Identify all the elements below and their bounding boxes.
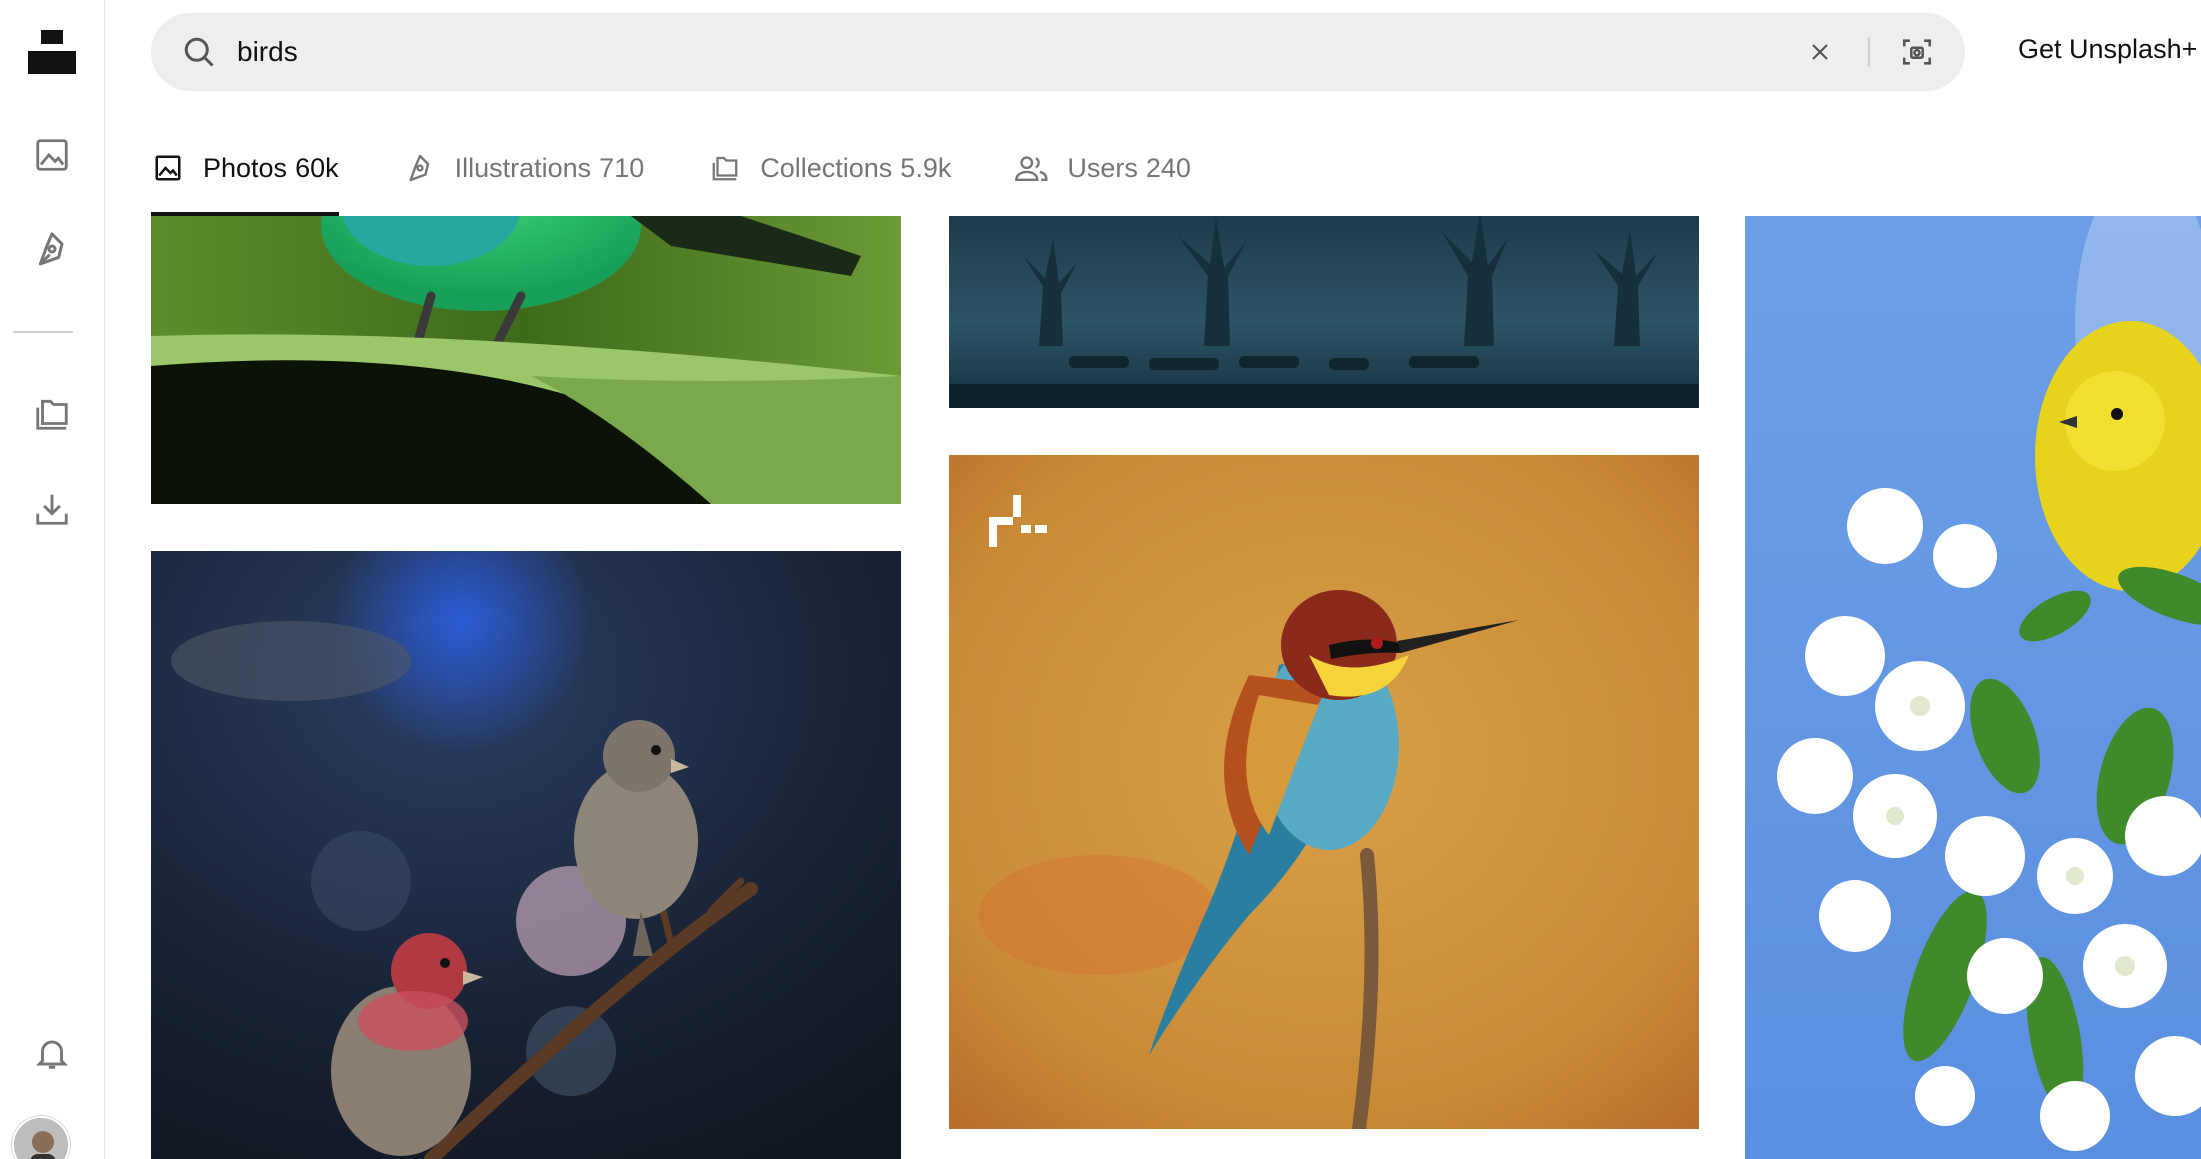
users-icon	[1015, 151, 1049, 185]
photo-green-bird[interactable]	[151, 216, 901, 504]
photo-misty-field[interactable]	[949, 216, 1699, 408]
photo-bee-eater[interactable]	[949, 455, 1699, 1129]
tab-label: Collections	[760, 152, 893, 183]
photo-yellow-warbler[interactable]	[1745, 216, 2201, 1159]
download-icon[interactable]	[17, 474, 87, 544]
illustrations-icon[interactable]	[17, 214, 87, 284]
tab-count: 60k	[295, 152, 339, 183]
close-icon	[1812, 44, 1828, 60]
tab-photos[interactable]: Photos 60k	[151, 120, 339, 216]
search-separator	[1868, 37, 1870, 67]
left-sidebar	[0, 0, 105, 1159]
pen-icon	[403, 151, 437, 185]
collections-icon	[708, 151, 742, 185]
unsplash-logo-icon[interactable]	[17, 17, 87, 87]
photos-icon[interactable]	[17, 120, 87, 190]
search-tabs: Photos 60k Illustrations 710 Collections…	[151, 120, 1255, 216]
photo-icon	[151, 151, 185, 185]
photo-two-finches[interactable]	[151, 551, 901, 1159]
clear-search-button[interactable]	[1803, 35, 1837, 69]
visual-search-button[interactable]	[1898, 33, 1936, 71]
tab-label: Illustrations	[454, 152, 592, 183]
tab-label: Users	[1067, 152, 1138, 183]
sidebar-divider	[13, 331, 73, 333]
search-bar	[151, 13, 1965, 91]
tab-count: 710	[599, 152, 645, 183]
tab-count: 240	[1145, 152, 1191, 183]
tab-count: 5.9k	[900, 152, 952, 183]
unsplash-plus-badge-icon	[989, 495, 1049, 547]
bell-icon[interactable]	[17, 1018, 87, 1088]
collections-icon[interactable]	[17, 379, 87, 449]
tab-collections[interactable]: Collections 5.9k	[708, 120, 951, 216]
search-icon[interactable]	[181, 34, 217, 75]
tab-illustrations[interactable]: Illustrations 710	[403, 120, 645, 216]
visual-search-icon	[1902, 39, 1932, 65]
avatar[interactable]	[12, 1116, 70, 1159]
get-unsplash-plus-link[interactable]: Get Unsplash+	[2018, 34, 2197, 65]
tab-users[interactable]: Users 240	[1015, 120, 1191, 216]
search-input[interactable]	[237, 13, 1837, 91]
tab-label: Photos	[203, 152, 288, 183]
